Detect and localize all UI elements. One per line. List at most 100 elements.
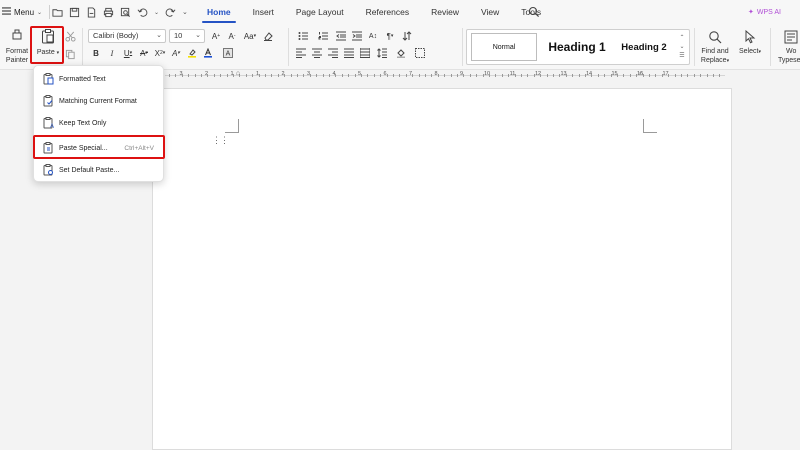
borders-icon[interactable] — [411, 46, 429, 60]
bold-icon[interactable]: B — [88, 46, 104, 60]
folder-open-icon[interactable] — [52, 7, 63, 18]
print-icon[interactable] — [103, 7, 114, 18]
sort-icon[interactable] — [399, 29, 415, 43]
drag-handle-icon[interactable]: ⋮⋮ — [212, 135, 229, 146]
style-normal[interactable]: Normal — [471, 33, 537, 61]
copy-icon[interactable] — [65, 49, 77, 61]
numbered-list-icon[interactable] — [313, 29, 333, 43]
align-left-icon[interactable] — [293, 46, 309, 60]
redo-icon[interactable] — [165, 7, 176, 18]
hamburger-icon — [2, 7, 11, 17]
distributed-icon[interactable] — [357, 46, 373, 60]
find-replace-label-1: Find and — [701, 48, 729, 55]
search-icon[interactable] — [528, 6, 540, 18]
ruler-tick — [188, 74, 190, 77]
tab-review[interactable]: Review — [420, 0, 470, 24]
clipboard-format-icon — [43, 73, 54, 85]
select-button[interactable]: Select▾ — [734, 29, 766, 70]
customize-toolbar-icon[interactable]: ⌄ — [182, 8, 188, 16]
menu-item-set-default-paste[interactable]: Set Default Paste... — [39, 161, 160, 179]
menu-item-label: Matching Current Format — [59, 97, 137, 105]
ruler-tick — [418, 74, 420, 77]
tab-insert[interactable]: Insert — [242, 0, 285, 24]
margin-mark-top-right — [643, 119, 657, 133]
text-effects-icon[interactable]: A ▾ — [168, 46, 184, 60]
gallery-expand-icon[interactable]: ☰ — [678, 52, 686, 61]
ruler-tick — [668, 74, 670, 77]
ruler-tick — [623, 74, 625, 77]
ruler-indent-marker[interactable]: ⌂ — [639, 70, 643, 77]
increase-font-size-icon[interactable]: A + — [208, 29, 224, 43]
chevron-down-icon[interactable]: ⌄ — [678, 43, 686, 52]
tab-view[interactable]: View — [470, 0, 510, 24]
line-spacing-icon[interactable] — [373, 46, 391, 60]
font-name-select[interactable]: Calibri (Body) ⌄ — [88, 29, 166, 43]
undo-dropdown-icon[interactable]: ⌄ — [154, 9, 159, 16]
undo-icon[interactable] — [137, 7, 148, 18]
export-pdf-icon[interactable] — [86, 6, 97, 18]
ruler-tick — [245, 74, 247, 77]
format-painter-button[interactable]: Format Painter — [4, 28, 30, 68]
font-size-select[interactable]: 10 ⌄ — [169, 29, 205, 43]
menu-button[interactable]: Menu ⌄ — [2, 5, 51, 19]
ruler-tick — [354, 74, 356, 77]
chevron-up-icon[interactable]: ⌃ — [678, 34, 686, 43]
chinese-layout-icon[interactable]: A↕ — [365, 29, 381, 43]
clipboard-match-icon — [43, 95, 54, 107]
menu-item-keep-text-only[interactable]: A Keep Text Only — [39, 114, 160, 132]
increase-indent-icon[interactable] — [349, 29, 365, 43]
align-center-icon[interactable] — [309, 46, 325, 60]
svg-text:A: A — [50, 124, 54, 129]
clear-formatting-icon[interactable] — [260, 29, 276, 43]
style-gallery-scroll[interactable]: ⌃ ⌄ ☰ — [678, 34, 686, 61]
ruler-tick — [713, 74, 714, 77]
strikethrough-icon[interactable]: A ▾ — [136, 46, 152, 60]
menu-item-formatted-text[interactable]: Formatted Text — [39, 70, 160, 88]
ribbon-tabs: Home Insert Page Layout References Revie… — [196, 0, 552, 24]
tab-page-layout[interactable]: Page Layout — [285, 0, 355, 24]
select-label: Select — [739, 48, 759, 55]
save-icon[interactable] — [69, 7, 80, 18]
divider — [770, 28, 771, 66]
ruler-tick — [425, 74, 426, 77]
ruler-tick — [329, 74, 330, 77]
format-painter-label-2: Painter — [5, 57, 29, 64]
highlight-color-icon[interactable] — [184, 46, 200, 60]
wps-ai-button[interactable]: ✦ WPS AI — [748, 6, 781, 18]
paragraph-marks-icon[interactable]: ¶ ▾ — [381, 29, 399, 43]
find-replace-label-row: Replace▾ — [698, 56, 732, 66]
decrease-indent-icon[interactable] — [333, 29, 349, 43]
horizontal-ruler[interactable]: 3211234567891011121314151617⌂⌂ — [165, 70, 725, 81]
ruler-tick — [322, 74, 324, 77]
tab-home[interactable]: Home — [196, 0, 242, 24]
word-typesetting-button[interactable]: Wo Typese — [776, 30, 800, 70]
bullet-list-icon[interactable] — [293, 29, 313, 43]
menu-item-matching-format[interactable]: Matching Current Format — [39, 92, 160, 110]
ruler-tick — [463, 74, 465, 77]
ruler-tick — [265, 74, 266, 77]
print-preview-icon[interactable] — [120, 7, 131, 18]
shading-icon[interactable] — [391, 46, 411, 60]
font-color-icon[interactable] — [200, 46, 216, 60]
find-replace-button[interactable]: Find and Replace▾ — [698, 30, 732, 70]
justify-icon[interactable] — [341, 46, 357, 60]
ruler-tick — [335, 74, 337, 77]
underline-icon[interactable]: U ▾ — [120, 46, 136, 60]
font-name-value: Calibri (Body) — [93, 31, 139, 40]
align-right-icon[interactable] — [325, 46, 341, 60]
superscript-icon[interactable]: X 2 ▾ — [152, 46, 168, 60]
paste-highlight-box — [30, 26, 64, 64]
ruler-tick — [617, 74, 618, 77]
ruler-indent-marker[interactable]: ⌂ — [236, 70, 240, 77]
style-heading-1[interactable]: Heading 1 — [541, 33, 613, 61]
change-case-icon[interactable]: Aa ▾ — [240, 29, 260, 43]
cut-icon[interactable] — [65, 31, 77, 43]
style-heading-2[interactable]: Heading 2 — [613, 33, 675, 61]
italic-icon[interactable]: I — [104, 46, 120, 60]
ruler-tick — [175, 74, 177, 77]
character-shading-icon[interactable]: A — [220, 46, 236, 60]
ruler-tick — [386, 74, 388, 77]
tab-references[interactable]: References — [355, 0, 420, 24]
decrease-font-size-icon[interactable]: A- — [224, 29, 240, 43]
document-page[interactable] — [152, 88, 732, 450]
